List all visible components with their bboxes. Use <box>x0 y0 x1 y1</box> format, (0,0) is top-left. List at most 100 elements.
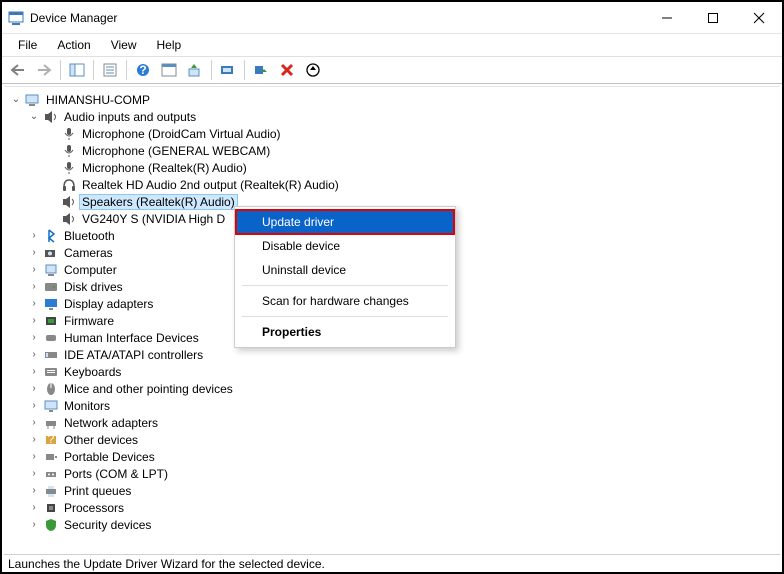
category-label: Processors <box>62 501 126 515</box>
svg-text:?: ? <box>48 432 55 446</box>
category-label: Cameras <box>62 246 115 260</box>
category-icon <box>43 330 59 346</box>
show-hide-console-tree-button[interactable] <box>65 58 89 82</box>
device-item[interactable]: Microphone (GENERAL WEBCAM) <box>6 142 778 159</box>
category-item[interactable]: ›Print queues <box>6 482 778 499</box>
category-item[interactable]: › Keyboards <box>6 363 778 380</box>
context-item-label: Properties <box>262 325 321 339</box>
category-icon <box>43 500 59 516</box>
device-item[interactable]: Microphone (DroidCam Virtual Audio) <box>6 125 778 142</box>
device-label: Microphone (GENERAL WEBCAM) <box>80 144 272 158</box>
forward-button[interactable] <box>32 58 56 82</box>
category-item[interactable]: › Mice and other pointing devices <box>6 380 778 397</box>
device-item[interactable]: Realtek HD Audio 2nd output (Realtek(R) … <box>6 176 778 193</box>
category-item[interactable]: ›Portable Devices <box>6 448 778 465</box>
scan-hardware-button[interactable] <box>216 58 240 82</box>
expand-icon[interactable]: › <box>28 434 40 445</box>
expand-icon[interactable]: › <box>28 485 40 496</box>
speaker-icon <box>43 109 59 125</box>
help-button[interactable]: ? <box>131 58 155 82</box>
root-label: HIMANSHU-COMP <box>44 93 152 107</box>
category-icon <box>43 449 59 465</box>
category-audio[interactable]: ⌄ Audio inputs and outputs <box>6 108 778 125</box>
expand-icon[interactable]: › <box>28 230 40 241</box>
disable-device-button[interactable] <box>249 58 273 82</box>
update-driver-button[interactable] <box>183 58 207 82</box>
category-icon <box>43 483 59 499</box>
expand-icon[interactable]: › <box>28 417 40 428</box>
expand-icon[interactable]: › <box>28 298 40 309</box>
category-item[interactable]: › IDE ATA/ATAPI controllers <box>6 346 778 363</box>
category-item[interactable]: › Security devices <box>6 516 778 533</box>
category-icon <box>43 245 59 261</box>
category-label: Other devices <box>62 433 140 447</box>
context-item-label: Uninstall device <box>262 263 346 277</box>
expand-icon[interactable]: › <box>28 281 40 292</box>
device-item[interactable]: Microphone (Realtek(R) Audio) <box>6 159 778 176</box>
category-icon <box>43 381 59 397</box>
category-item[interactable]: › Processors <box>6 499 778 516</box>
device-label: Speakers (Realtek(R) Audio) <box>80 195 237 209</box>
context-disable-device[interactable]: Disable device <box>236 234 454 258</box>
expand-icon[interactable]: › <box>28 451 40 462</box>
category-label: Mice and other pointing devices <box>62 382 235 396</box>
toolbar-separator <box>244 60 245 80</box>
category-icon <box>43 262 59 278</box>
tree-root[interactable]: ⌄ HIMANSHU-COMP <box>6 91 778 108</box>
collapse-icon[interactable]: ⌄ <box>10 94 22 105</box>
properties-button[interactable] <box>98 58 122 82</box>
collapse-icon[interactable]: ⌄ <box>28 111 40 122</box>
expand-icon[interactable]: › <box>28 366 40 377</box>
category-label: IDE ATA/ATAPI controllers <box>62 348 205 362</box>
category-item[interactable]: › Monitors <box>6 397 778 414</box>
context-menu: Update driver Disable device Uninstall d… <box>234 206 456 348</box>
add-legacy-hardware-button[interactable] <box>301 58 325 82</box>
expand-icon[interactable]: › <box>28 400 40 411</box>
category-label: Keyboards <box>62 365 123 379</box>
device-icon <box>61 194 77 210</box>
device-icon <box>61 160 77 176</box>
device-icon <box>61 211 77 227</box>
window-title: Device Manager <box>30 11 644 25</box>
toolbar-separator <box>93 60 94 80</box>
menu-help[interactable]: Help <box>149 36 190 54</box>
category-item[interactable]: ›? Other devices <box>6 431 778 448</box>
expand-icon[interactable]: › <box>28 315 40 326</box>
context-update-driver[interactable]: Update driver <box>236 210 454 234</box>
category-icon <box>43 398 59 414</box>
title-bar: Device Manager <box>2 2 782 34</box>
maximize-button[interactable] <box>690 3 736 33</box>
context-uninstall-device[interactable]: Uninstall device <box>236 258 454 282</box>
device-label: Microphone (DroidCam Virtual Audio) <box>80 127 283 141</box>
expand-icon[interactable]: › <box>28 247 40 258</box>
context-scan-hardware[interactable]: Scan for hardware changes <box>236 289 454 313</box>
category-item[interactable]: ›Network adapters <box>6 414 778 431</box>
expand-icon[interactable]: › <box>28 502 40 513</box>
context-separator <box>242 285 448 286</box>
expand-icon[interactable]: › <box>28 264 40 275</box>
category-label: Human Interface Devices <box>62 331 201 345</box>
menu-view[interactable]: View <box>103 36 145 54</box>
minimize-button[interactable] <box>644 3 690 33</box>
expand-icon[interactable]: › <box>28 349 40 360</box>
expand-icon[interactable]: › <box>28 468 40 479</box>
uninstall-device-button[interactable] <box>275 58 299 82</box>
expand-icon[interactable]: › <box>28 383 40 394</box>
back-button[interactable] <box>6 58 30 82</box>
category-label: Ports (COM & LPT) <box>62 467 170 481</box>
menu-action[interactable]: Action <box>49 36 98 54</box>
expand-icon[interactable]: › <box>28 519 40 530</box>
close-button[interactable] <box>736 3 782 33</box>
category-icon <box>43 296 59 312</box>
device-label: VG240Y S (NVIDIA High D <box>80 212 227 226</box>
category-item[interactable]: › Ports (COM & LPT) <box>6 465 778 482</box>
menu-bar: File Action View Help <box>2 34 782 56</box>
action-list-button[interactable] <box>157 58 181 82</box>
category-icon <box>43 415 59 431</box>
context-properties[interactable]: Properties <box>236 320 454 344</box>
category-icon <box>43 517 59 533</box>
expand-icon[interactable]: › <box>28 332 40 343</box>
category-label: Monitors <box>62 399 112 413</box>
category-label: Security devices <box>62 518 153 532</box>
menu-file[interactable]: File <box>10 36 45 54</box>
